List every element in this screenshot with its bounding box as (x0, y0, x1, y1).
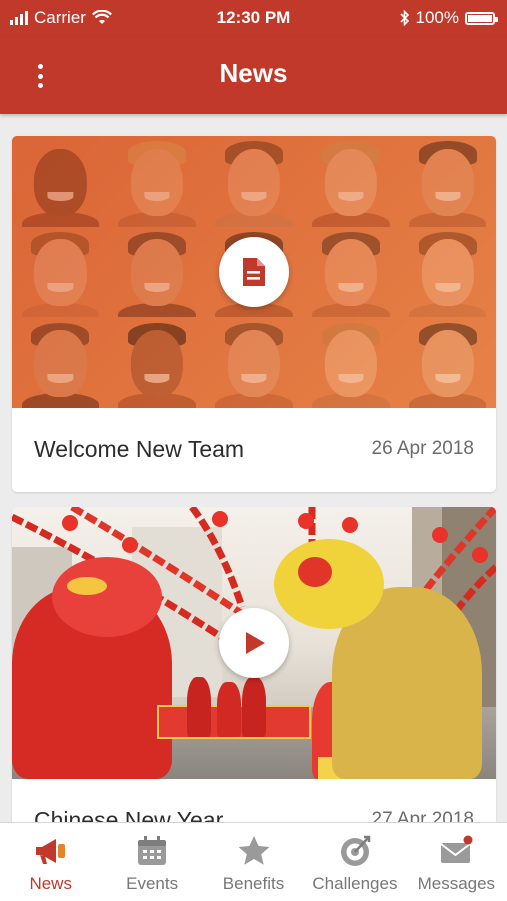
page-title: News (219, 58, 288, 88)
envelope-icon (440, 835, 473, 863)
notification-dot (463, 835, 473, 845)
tab-label: Events (126, 874, 179, 893)
news-card[interactable]: Welcome New Team 26 Apr 2018 (12, 136, 496, 492)
battery-label: 100% (415, 8, 459, 27)
article-type-badge[interactable] (219, 608, 289, 678)
news-card-image (12, 507, 496, 779)
tab-label: Challenges (312, 874, 398, 893)
news-card-date: 26 Apr 2018 (371, 438, 474, 459)
tab-challenges[interactable]: Challenges (304, 823, 405, 901)
megaphone-icon (35, 839, 65, 864)
tab-label: Benefits (222, 874, 285, 893)
calendar-icon (138, 836, 167, 865)
app-header: News (0, 36, 507, 114)
tab-label: News (29, 874, 72, 893)
tab-benefits[interactable]: Benefits (203, 823, 304, 901)
bluetooth-icon (399, 10, 409, 26)
battery-icon (465, 11, 498, 25)
status-bar: Carrier 12:30 PM 100% (0, 0, 507, 36)
document-icon (243, 258, 265, 286)
target-icon (340, 835, 371, 866)
play-icon (246, 632, 265, 654)
bottom-tab-bar: News Events Benefits Challenges Messages (0, 822, 507, 901)
tab-news[interactable]: News (0, 823, 101, 901)
tab-label: Messages (417, 874, 496, 893)
article-type-badge[interactable] (219, 237, 289, 307)
tab-messages[interactable]: Messages (406, 823, 507, 901)
news-card[interactable]: Chinese New Year 27 Apr 2018 (12, 507, 496, 837)
news-card-title: Welcome New Team (34, 436, 245, 462)
tab-events[interactable]: Events (101, 823, 202, 901)
battery-group: 100% (399, 8, 498, 28)
news-card-image (12, 136, 496, 408)
star-icon (238, 836, 269, 865)
